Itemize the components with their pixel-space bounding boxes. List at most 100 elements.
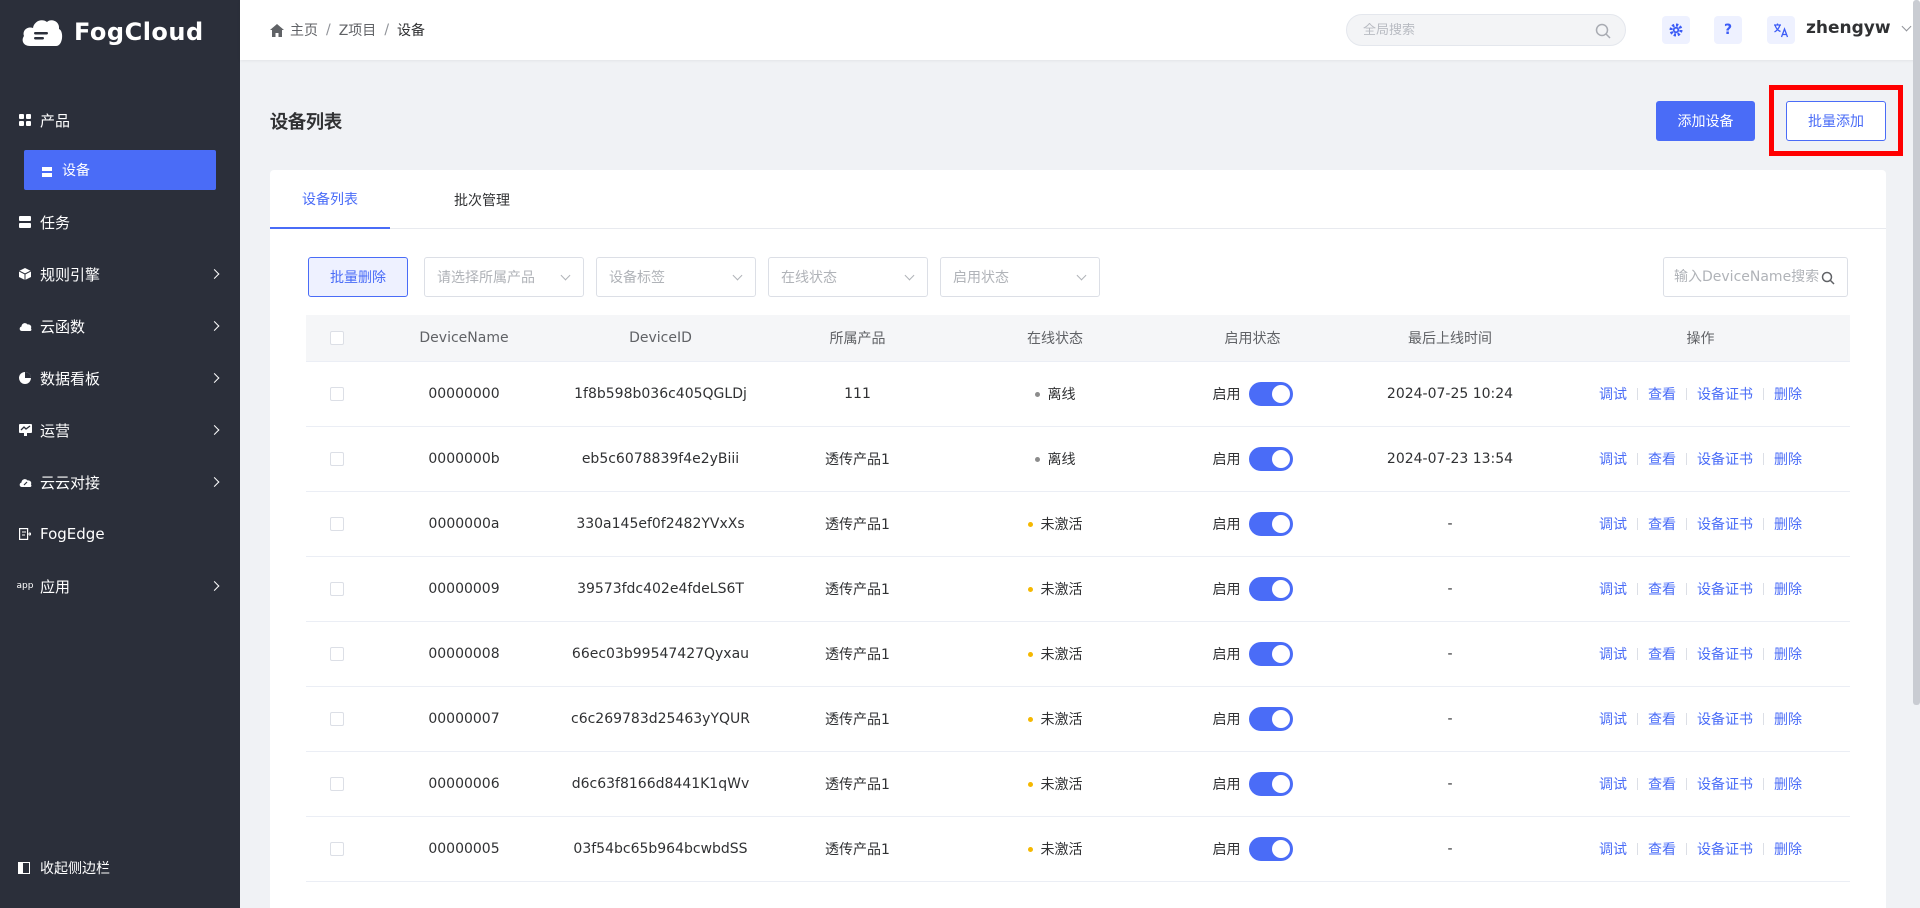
search-icon[interactable] [1595,23,1611,39]
column-header: 操作 [1686,331,1715,347]
delete-link[interactable]: 删除 [1774,709,1802,729]
app-logo[interactable]: FogCloud [20,12,204,52]
view-link[interactable]: 查看 [1648,579,1676,599]
enable-toggle[interactable] [1248,837,1293,861]
home-icon[interactable] [270,23,284,37]
row-checkbox[interactable] [330,582,344,596]
last-online-cell: - [1447,776,1453,792]
device-table: DeviceName DeviceID 所属产品 在线状态 启用状态 最后上线时… [306,315,1850,882]
device-search-input[interactable] [1674,269,1824,285]
certificate-link[interactable]: 设备证书 [1697,514,1753,534]
debug-link[interactable]: 调试 [1599,384,1627,404]
debug-link[interactable]: 调试 [1599,774,1627,794]
delete-link[interactable]: 删除 [1774,514,1802,534]
row-checkbox[interactable] [330,517,344,531]
row-checkbox[interactable] [330,712,344,726]
certificate-link[interactable]: 设备证书 [1697,839,1753,859]
product-select[interactable]: 请选择所属产品 [424,257,584,297]
enable-toggle[interactable] [1248,772,1293,796]
delete-link[interactable]: 删除 [1774,774,1802,794]
delete-link[interactable]: 删除 [1774,579,1802,599]
enable-status-cell: 启用 [1156,772,1349,796]
search-icon[interactable] [1821,271,1835,285]
breadcrumb-home[interactable]: 主页 [290,20,318,40]
debug-link[interactable]: 调试 [1599,839,1627,859]
settings-button[interactable] [1662,16,1690,44]
batch-add-button[interactable]: 批量添加 [1786,101,1886,141]
debug-link[interactable]: 调试 [1599,514,1627,534]
certificate-link[interactable]: 设备证书 [1697,449,1753,469]
product-cell: 111 [844,386,871,402]
sidebar-item-app[interactable]: app 应用 [0,560,240,612]
sidebar-item-task[interactable]: 任务 [0,196,240,248]
view-link[interactable]: 查看 [1648,839,1676,859]
sidebar-item-product[interactable]: 产品 [0,94,240,146]
action-divider [1637,583,1638,595]
collapse-sidebar-button[interactable]: 收起侧边栏 [18,858,110,878]
global-search-input[interactable] [1363,22,1583,38]
delete-link[interactable]: 删除 [1774,449,1802,469]
certificate-link[interactable]: 设备证书 [1697,384,1753,404]
row-checkbox[interactable] [330,387,344,401]
online-status-cell: 未激活 [954,709,1156,729]
certificate-link[interactable]: 设备证书 [1697,709,1753,729]
enable-toggle[interactable] [1248,642,1293,666]
debug-link[interactable]: 调试 [1599,449,1627,469]
row-checkbox[interactable] [330,777,344,791]
sidebar-item-rule-engine[interactable]: 规则引擎 [0,248,240,300]
batch-delete-button[interactable]: 批量删除 [308,257,408,297]
sidebar-item-device[interactable]: 设备 [24,150,216,190]
delete-link[interactable]: 删除 [1774,644,1802,664]
enable-label: 启用 [1212,387,1241,403]
last-online-cell: - [1447,516,1453,532]
online-status-text: 未激活 [1040,647,1083,663]
row-checkbox[interactable] [330,452,344,466]
global-search[interactable] [1346,14,1626,46]
view-link[interactable]: 查看 [1648,644,1676,664]
view-link[interactable]: 查看 [1648,384,1676,404]
sidebar-item-operation[interactable]: 运营 [0,404,240,456]
add-device-button[interactable]: 添加设备 [1656,101,1755,141]
certificate-link[interactable]: 设备证书 [1697,579,1753,599]
enable-toggle[interactable] [1248,447,1293,471]
certificate-link[interactable]: 设备证书 [1697,774,1753,794]
enable-toggle[interactable] [1248,707,1293,731]
breadcrumb-project[interactable]: Z项目 [339,20,377,40]
cloud-link-icon [18,475,32,489]
sidebar-item-fogedge[interactable]: FogEdge [0,508,240,560]
tab-batch-management[interactable]: 批次管理 [422,170,542,229]
delete-link[interactable]: 删除 [1774,384,1802,404]
device-search[interactable] [1663,257,1848,297]
sidebar-item-dashboard[interactable]: 数据看板 [0,352,240,404]
app-name: FogCloud [74,18,204,46]
row-checkbox[interactable] [330,647,344,661]
device-id-cell: 66ec03b99547427Qyxau [571,646,750,662]
enable-label: 启用 [1212,777,1241,793]
tag-select[interactable]: 设备标签 [596,257,756,297]
view-link[interactable]: 查看 [1648,774,1676,794]
view-link[interactable]: 查看 [1648,449,1676,469]
status-dot-icon [1034,456,1040,462]
help-button[interactable]: ? [1714,16,1742,44]
sidebar-item-cloud-connect[interactable]: 云云对接 [0,456,240,508]
sidebar-item-cloud-function[interactable]: 云函数 [0,300,240,352]
page-scrollbar[interactable] [1913,0,1920,705]
enable-status-select[interactable]: 启用状态 [940,257,1100,297]
view-link[interactable]: 查看 [1648,514,1676,534]
tab-device-list[interactable]: 设备列表 [270,170,390,229]
enable-toggle[interactable] [1248,512,1293,536]
debug-link[interactable]: 调试 [1599,644,1627,664]
online-status-select[interactable]: 在线状态 [768,257,928,297]
enable-toggle[interactable] [1248,382,1293,406]
language-button[interactable] [1767,16,1795,44]
sidebar-item-label: 云云对接 [40,473,101,492]
debug-link[interactable]: 调试 [1599,579,1627,599]
enable-toggle[interactable] [1248,577,1293,601]
select-all-checkbox[interactable] [330,331,344,345]
debug-link[interactable]: 调试 [1599,709,1627,729]
user-menu[interactable]: zhengyw [1806,18,1912,38]
view-link[interactable]: 查看 [1648,709,1676,729]
delete-link[interactable]: 删除 [1774,839,1802,859]
certificate-link[interactable]: 设备证书 [1697,644,1753,664]
row-checkbox[interactable] [330,842,344,856]
